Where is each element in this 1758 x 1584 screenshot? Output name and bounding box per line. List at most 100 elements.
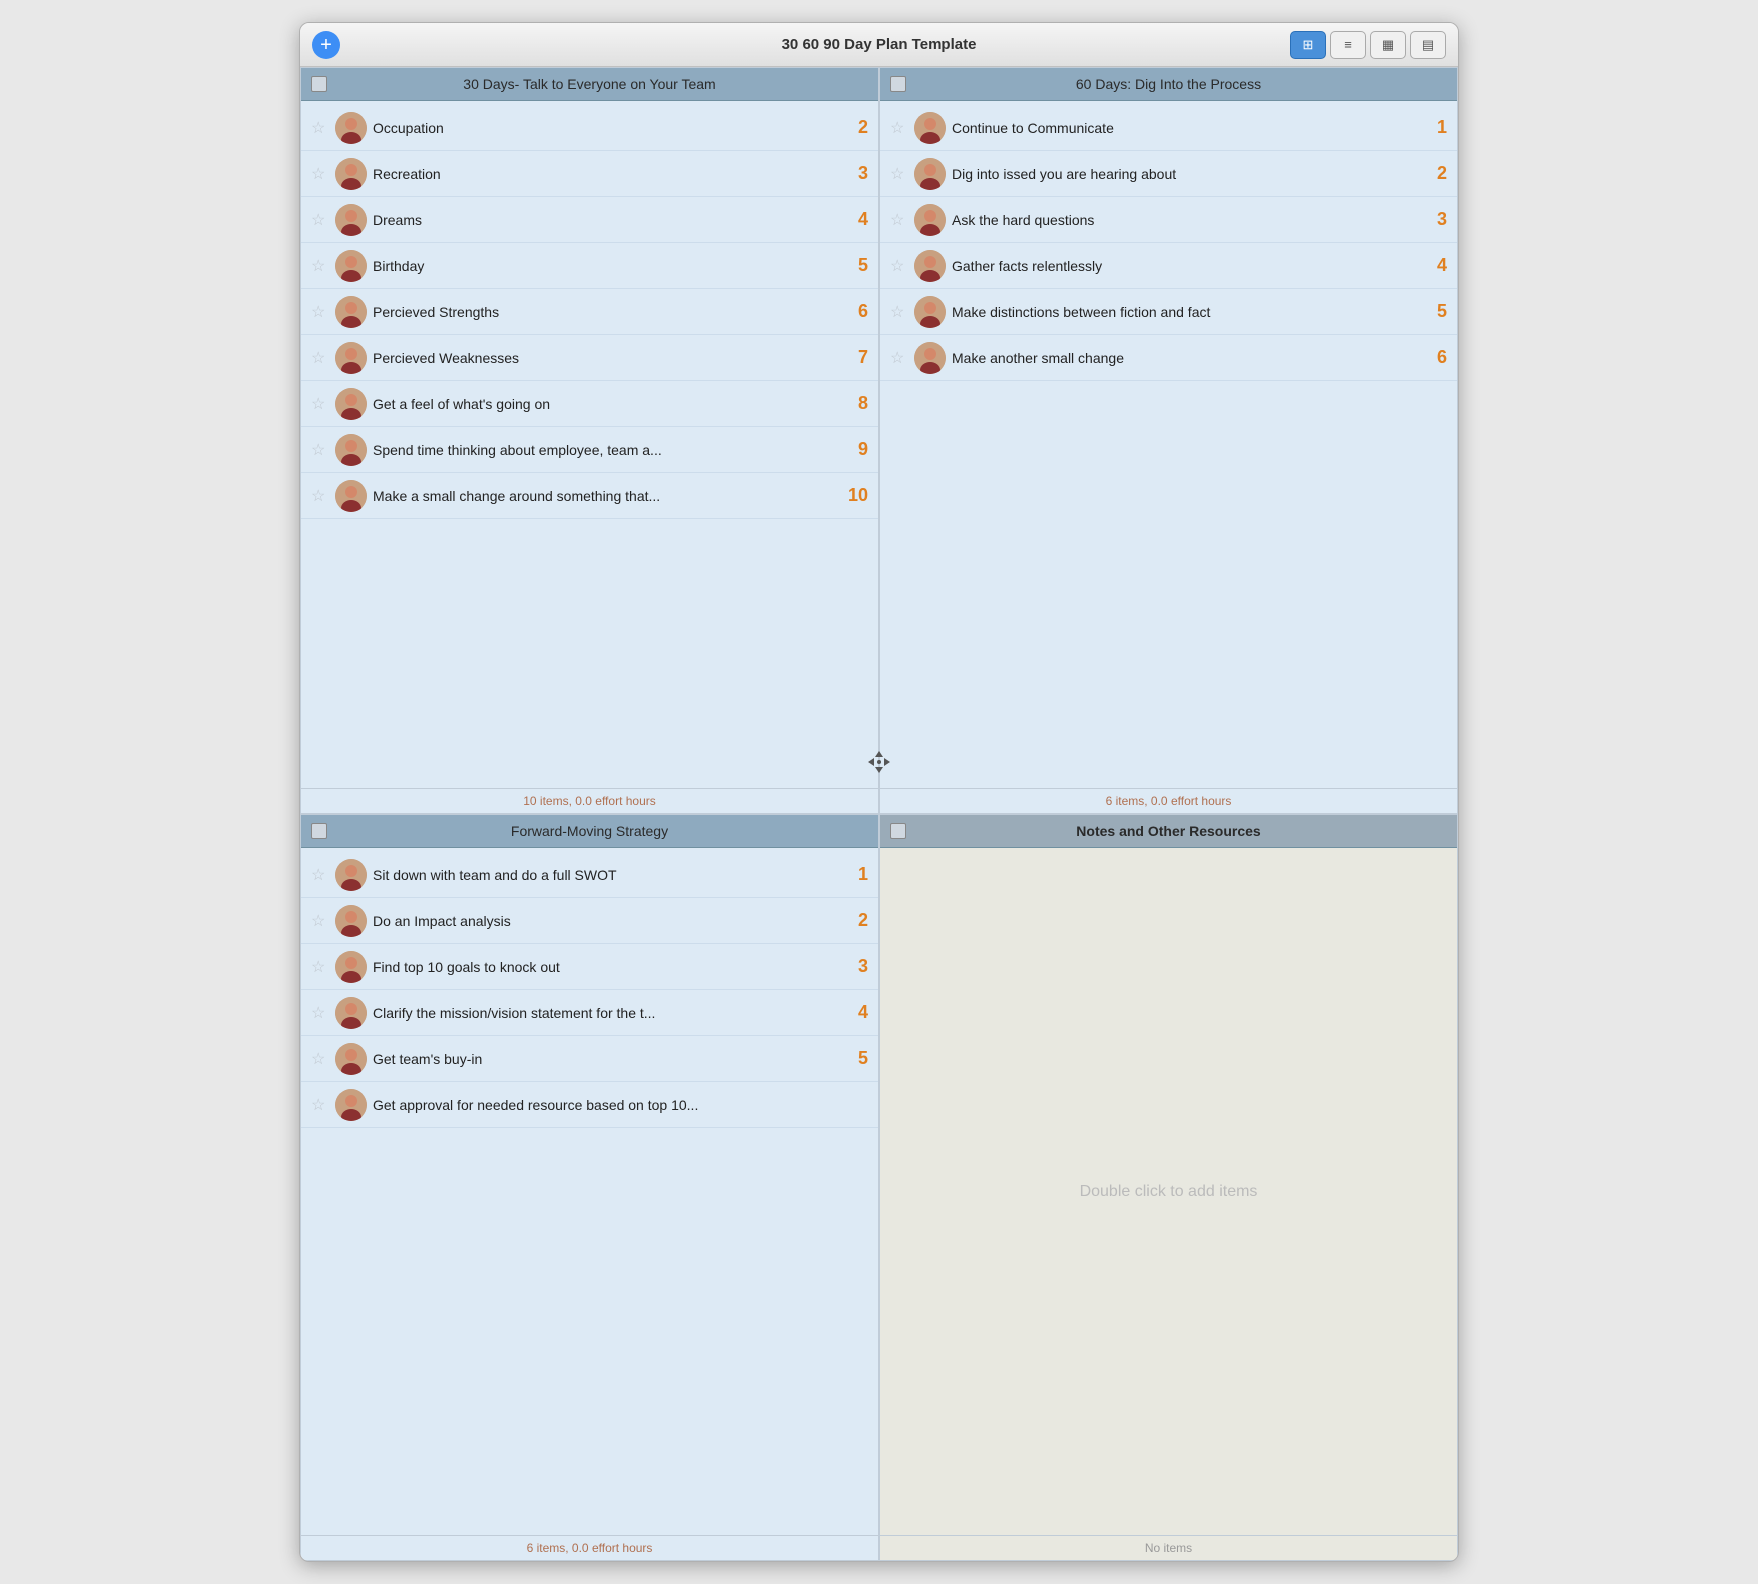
table-row[interactable]: ☆ Make a small change around something t… <box>301 473 878 519</box>
task-label: Get team's buy-in <box>373 1051 838 1067</box>
q3-title: Forward-Moving Strategy <box>327 823 852 839</box>
star-icon[interactable]: ☆ <box>311 348 329 368</box>
add-button[interactable]: + <box>312 31 340 59</box>
table-row[interactable]: ☆ Make another small change 6 <box>880 335 1457 381</box>
table-row[interactable]: ☆ Dreams 4 <box>301 197 878 243</box>
task-label: Do an Impact analysis <box>373 913 838 929</box>
q4-header: Notes and Other Resources <box>880 815 1457 848</box>
q2-title: 60 Days: Dig Into the Process <box>906 76 1431 92</box>
task-number: 3 <box>844 956 868 977</box>
q2-header: 60 Days: Dig Into the Process <box>880 68 1457 101</box>
star-icon[interactable]: ☆ <box>890 118 908 138</box>
quadrant-grid: 30 Days- Talk to Everyone on Your Team ☆… <box>300 67 1458 1561</box>
star-icon[interactable]: ☆ <box>311 1049 329 1069</box>
star-icon[interactable]: ☆ <box>311 394 329 414</box>
star-icon[interactable]: ☆ <box>311 302 329 322</box>
q3-body: ☆ Sit down with team and do a full SWOT … <box>301 848 878 1535</box>
avatar <box>335 158 367 190</box>
table-row[interactable]: ☆ Get approval for needed resource based… <box>301 1082 878 1128</box>
avatar <box>335 997 367 1029</box>
star-icon[interactable]: ☆ <box>890 164 908 184</box>
q4-checkbox[interactable] <box>890 823 906 839</box>
task-number: 3 <box>1423 209 1447 230</box>
avatar <box>914 296 946 328</box>
star-icon[interactable]: ☆ <box>311 1003 329 1023</box>
avatar <box>335 480 367 512</box>
task-label: Ask the hard questions <box>952 212 1417 228</box>
star-icon[interactable]: ☆ <box>890 210 908 230</box>
task-number: 5 <box>1423 301 1447 322</box>
view-grid-button[interactable]: ⊞ <box>1290 31 1326 59</box>
star-icon[interactable]: ☆ <box>311 256 329 276</box>
star-icon[interactable]: ☆ <box>311 911 329 931</box>
avatar <box>335 250 367 282</box>
title-bar: + 30 60 90 Day Plan Template ⊞ ≡ ▦ ▤ <box>300 23 1458 67</box>
table-row[interactable]: ☆ Birthday 5 <box>301 243 878 289</box>
table-row[interactable]: ☆ Percieved Weaknesses 7 <box>301 335 878 381</box>
avatar <box>914 158 946 190</box>
star-icon[interactable]: ☆ <box>890 256 908 276</box>
q4-footer: No items <box>880 1535 1457 1560</box>
table-row[interactable]: ☆ Continue to Communicate 1 <box>880 105 1457 151</box>
task-label: Find top 10 goals to knock out <box>373 959 838 975</box>
table-row[interactable]: ☆ Make distinctions between fiction and … <box>880 289 1457 335</box>
q4-body[interactable]: Double click to add items <box>880 848 1457 1535</box>
table-row[interactable]: ☆ Do an Impact analysis 2 <box>301 898 878 944</box>
avatar <box>914 250 946 282</box>
table-row[interactable]: ☆ Spend time thinking about employee, te… <box>301 427 878 473</box>
task-number: 4 <box>844 1002 868 1023</box>
avatar <box>914 112 946 144</box>
task-label: Percieved Weaknesses <box>373 350 838 366</box>
avatar <box>335 342 367 374</box>
star-icon[interactable]: ☆ <box>311 164 329 184</box>
view-cal1-button[interactable]: ▦ <box>1370 31 1406 59</box>
quadrant-strategy: Forward-Moving Strategy ☆ Sit down with … <box>300 814 879 1561</box>
task-number: 9 <box>844 439 868 460</box>
task-number: 1 <box>1423 117 1447 138</box>
avatar <box>335 204 367 236</box>
task-label: Make another small change <box>952 350 1417 366</box>
task-label: Gather facts relentlessly <box>952 258 1417 274</box>
q1-body: ☆ Occupation 2 ☆ Recreation 3 <box>301 101 878 788</box>
table-row[interactable]: ☆ Find top 10 goals to knock out 3 <box>301 944 878 990</box>
task-label: Dreams <box>373 212 838 228</box>
avatar <box>335 1089 367 1121</box>
table-row[interactable]: ☆ Dig into issed you are hearing about 2 <box>880 151 1457 197</box>
task-label: Clarify the mission/vision statement for… <box>373 1005 838 1021</box>
table-row[interactable]: ☆ Get a feel of what's going on 8 <box>301 381 878 427</box>
star-icon[interactable]: ☆ <box>890 302 908 322</box>
q2-checkbox[interactable] <box>890 76 906 92</box>
star-icon[interactable]: ☆ <box>311 486 329 506</box>
star-icon[interactable]: ☆ <box>311 210 329 230</box>
task-label: Make a small change around something tha… <box>373 488 838 504</box>
star-icon[interactable]: ☆ <box>311 1095 329 1115</box>
star-icon[interactable]: ☆ <box>311 118 329 138</box>
q3-footer: 6 items, 0.0 effort hours <box>301 1535 878 1560</box>
table-row[interactable]: ☆ Occupation 2 <box>301 105 878 151</box>
task-label: Dig into issed you are hearing about <box>952 166 1417 182</box>
q1-header: 30 Days- Talk to Everyone on Your Team <box>301 68 878 101</box>
q1-footer: 10 items, 0.0 effort hours <box>301 788 878 813</box>
star-icon[interactable]: ☆ <box>311 865 329 885</box>
star-icon[interactable]: ☆ <box>311 440 329 460</box>
q3-checkbox[interactable] <box>311 823 327 839</box>
window-title: 30 60 90 Day Plan Template <box>782 36 977 53</box>
star-icon[interactable]: ☆ <box>311 957 329 977</box>
avatar <box>335 1043 367 1075</box>
task-number: 6 <box>844 301 868 322</box>
table-row[interactable]: ☆ Sit down with team and do a full SWOT … <box>301 852 878 898</box>
task-number: 2 <box>844 117 868 138</box>
quadrant-notes: Notes and Other Resources Double click t… <box>879 814 1458 1561</box>
table-row[interactable]: ☆ Get team's buy-in 5 <box>301 1036 878 1082</box>
q1-checkbox[interactable] <box>311 76 327 92</box>
table-row[interactable]: ☆ Gather facts relentlessly 4 <box>880 243 1457 289</box>
task-number: 7 <box>844 347 868 368</box>
table-row[interactable]: ☆ Recreation 3 <box>301 151 878 197</box>
table-row[interactable]: ☆ Clarify the mission/vision statement f… <box>301 990 878 1036</box>
task-label: Spend time thinking about employee, team… <box>373 442 838 458</box>
view-cal2-button[interactable]: ▤ <box>1410 31 1446 59</box>
table-row[interactable]: ☆ Percieved Strengths 6 <box>301 289 878 335</box>
table-row[interactable]: ☆ Ask the hard questions 3 <box>880 197 1457 243</box>
star-icon[interactable]: ☆ <box>890 348 908 368</box>
view-list-button[interactable]: ≡ <box>1330 31 1366 59</box>
